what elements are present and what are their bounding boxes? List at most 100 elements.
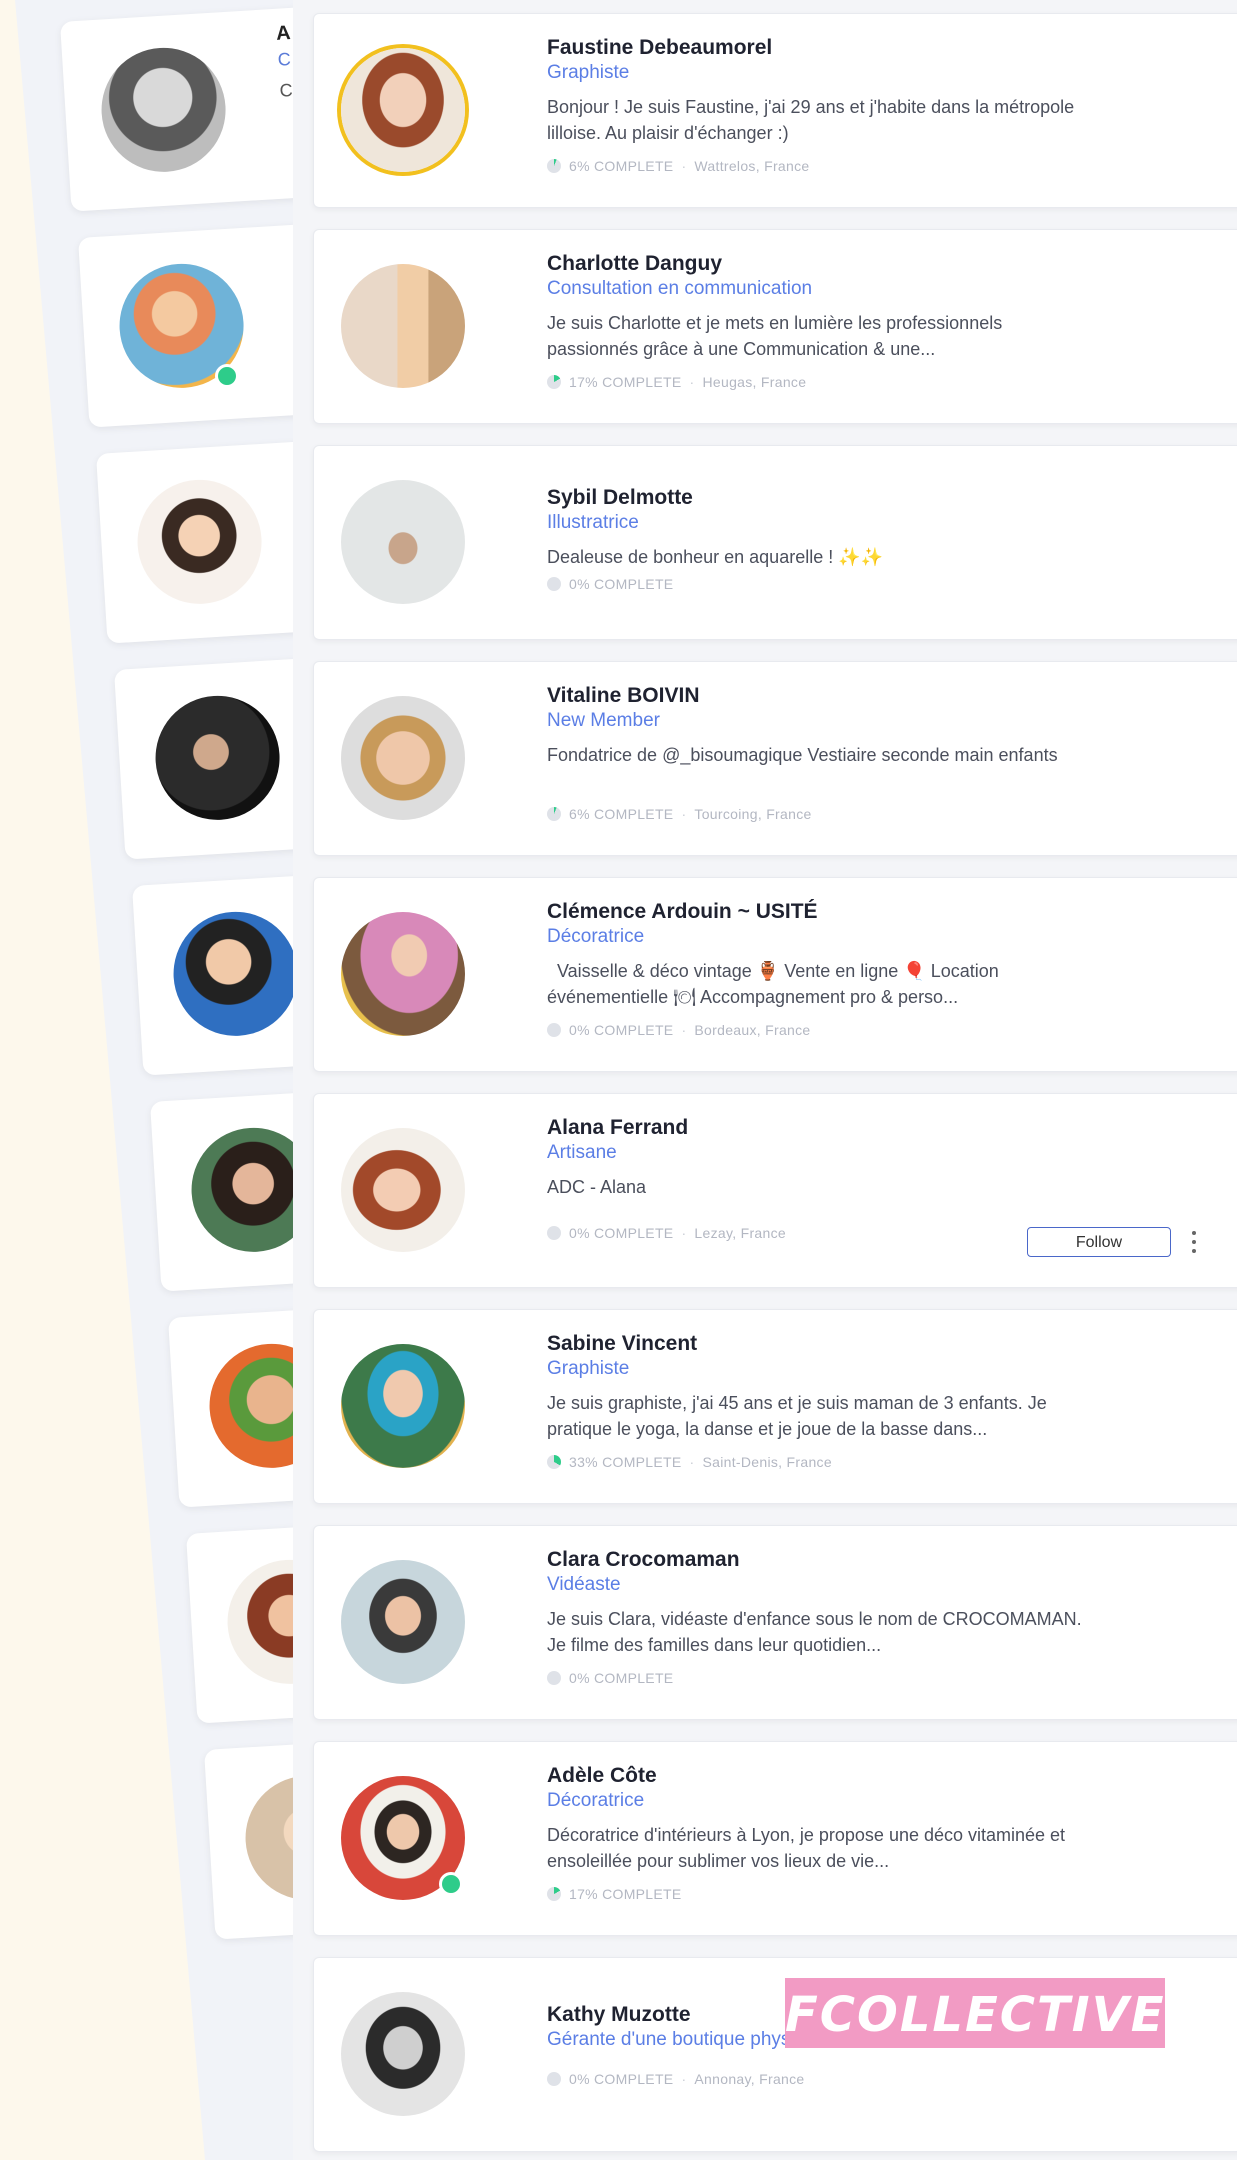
profile-meta: 0% COMPLETE · Lezay, France [547, 1225, 786, 1241]
progress-pie-icon [547, 1671, 561, 1685]
member-name[interactable]: Clémence Ardouin ~ USITÉ [547, 900, 818, 924]
avatar[interactable] [341, 1776, 465, 1900]
location-text: Lezay, France [694, 1225, 786, 1241]
profile-meta: 0% COMPLETE [547, 576, 673, 592]
profile-meta: 17% COMPLETE · Heugas, France [547, 374, 806, 390]
member-card[interactable]: Charlotte Danguy Consultation en communi… [313, 229, 1237, 424]
member-bio: ADC - Alana [547, 1177, 647, 1197]
separator: · [681, 2071, 687, 2087]
member-bio: Vaisselle & déco vintage 🏺 Vente en lign… [547, 961, 999, 1007]
member-bio: Je suis Clara, vidéaste d'enfance sous l… [547, 1609, 1082, 1655]
completion-text: 17% COMPLETE [569, 1886, 682, 1902]
member-list: Faustine Debeaumorel Graphiste Bonjour !… [293, 0, 1237, 2160]
member-card[interactable]: Clara Crocomaman Vidéaste Je suis Clara,… [313, 1525, 1237, 1720]
completion-text: 0% COMPLETE [569, 1225, 674, 1241]
completion-text: 0% COMPLETE [569, 576, 674, 592]
avatar[interactable] [341, 1128, 465, 1252]
member-name[interactable]: Sabine Vincent [547, 1332, 697, 1356]
location-text: Saint-Denis, France [702, 1454, 832, 1470]
online-status-icon [439, 1872, 463, 1896]
member-name[interactable]: Alana Ferrand [547, 1116, 688, 1140]
member-name: A [275, 21, 292, 45]
completion-text: 17% COMPLETE [569, 374, 682, 390]
avatar[interactable] [341, 48, 465, 172]
location-text: Tourcoing, France [694, 806, 812, 822]
location-text: Heugas, France [702, 374, 807, 390]
progress-pie-icon [547, 1023, 561, 1037]
member-bio: Fondatrice de @_bisoumagique Vestiaire s… [547, 745, 1058, 765]
avatar[interactable] [341, 696, 465, 820]
completion-text: 6% COMPLETE [569, 806, 674, 822]
member-bio: Dealeuse de bonheur en aquarelle ! ✨✨ [547, 547, 884, 567]
progress-pie-icon [547, 2072, 561, 2086]
member-card[interactable]: Alana Ferrand Artisane ADC - Alana 0% CO… [313, 1093, 1237, 1288]
member-name[interactable]: Adèle Côte [547, 1764, 657, 1788]
avatar [169, 908, 302, 1040]
logo-text: FCOLLECTIVE [785, 1987, 1166, 2043]
member-name[interactable]: Faustine Debeaumorel [547, 36, 772, 60]
separator: · [689, 374, 695, 390]
location-text: Annonay, France [694, 2071, 805, 2087]
member-bio: Je suis Charlotte et je mets en lumière … [547, 313, 1003, 359]
member-name[interactable]: Charlotte Danguy [547, 252, 722, 276]
separator: · [681, 1225, 687, 1241]
profile-meta: 0% COMPLETE · Bordeaux, France [547, 1022, 811, 1038]
progress-pie-icon [547, 807, 561, 821]
profile-meta: 33% COMPLETE · Saint-Denis, France [547, 1454, 832, 1470]
member-card[interactable]: Vitaline BOIVIN New Member Fondatrice de… [313, 661, 1237, 856]
member-card[interactable]: Sybil Delmotte Illustratrice Dealeuse de… [313, 445, 1237, 640]
member-role: New Member [547, 710, 660, 731]
profile-meta: 0% COMPLETE · Annonay, France [547, 2071, 805, 2087]
avatar[interactable] [341, 1992, 465, 2116]
member-role: Illustratrice [547, 512, 639, 533]
avatar[interactable] [341, 912, 465, 1036]
completion-text: 0% COMPLETE [569, 2071, 674, 2087]
member-role: Vidéaste [547, 1574, 621, 1595]
member-role: Graphiste [547, 62, 630, 83]
progress-pie-icon [547, 375, 561, 389]
profile-meta: 6% COMPLETE · Wattrelos, France [547, 158, 809, 174]
avatar [151, 692, 284, 824]
avatar [97, 44, 230, 176]
member-role: Graphiste [547, 1358, 630, 1379]
member-role: Décoratrice [547, 926, 645, 947]
progress-pie-icon [547, 1455, 561, 1469]
member-card[interactable]: Clémence Ardouin ~ USITÉ Décoratrice Vai… [313, 877, 1237, 1072]
separator: · [681, 806, 687, 822]
online-status-icon [215, 364, 239, 388]
completion-text: 33% COMPLETE [569, 1454, 682, 1470]
progress-pie-icon [547, 1226, 561, 1240]
member-role: Consultation en communication [547, 278, 813, 299]
more-options-icon[interactable] [1187, 1228, 1201, 1256]
member-name[interactable]: Clara Crocomaman [547, 1548, 740, 1572]
member-bio: Décoratrice d'intérieurs à Lyon, je prop… [547, 1825, 1066, 1871]
profile-meta: 6% COMPLETE · Tourcoing, France [547, 806, 812, 822]
member-card[interactable]: Sabine Vincent Graphiste Je suis graphis… [313, 1309, 1237, 1504]
separator: · [689, 1454, 695, 1470]
follow-button[interactable]: Follow [1027, 1227, 1171, 1257]
member-card[interactable]: Faustine Debeaumorel Graphiste Bonjour !… [313, 13, 1237, 208]
avatar[interactable] [341, 264, 465, 388]
member-name[interactable]: Vitaline BOIVIN [547, 684, 700, 708]
completion-text: 0% COMPLETE [569, 1670, 674, 1686]
member-role: Artisane [547, 1142, 617, 1163]
location-text: Wattrelos, France [694, 158, 810, 174]
progress-pie-icon [547, 159, 561, 173]
completion-text: 0% COMPLETE [569, 1022, 674, 1038]
avatar[interactable] [341, 1344, 465, 1468]
avatar [133, 476, 266, 608]
member-card[interactable]: Adèle Côte Décoratrice Décoratrice d'int… [313, 1741, 1237, 1936]
separator: · [681, 1022, 687, 1038]
progress-pie-icon [547, 577, 561, 591]
location-text: Bordeaux, France [694, 1022, 811, 1038]
member-bio: Je suis graphiste, j'ai 45 ans et je sui… [547, 1393, 1047, 1439]
member-role: Gérante d'une boutique physi [547, 2029, 795, 2050]
member-name[interactable]: Kathy Muzotte [547, 2003, 691, 2027]
avatar[interactable] [341, 1560, 465, 1684]
member-bio: Bonjour ! Je suis Faustine, j'ai 29 ans … [547, 97, 1075, 143]
progress-pie-icon [547, 1887, 561, 1901]
avatar[interactable] [341, 480, 465, 604]
profile-meta: 0% COMPLETE [547, 1670, 673, 1686]
member-name[interactable]: Sybil Delmotte [547, 486, 693, 510]
completion-text: 6% COMPLETE [569, 158, 674, 174]
